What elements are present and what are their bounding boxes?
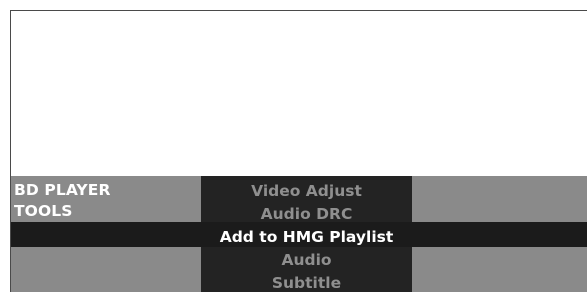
panel-title: BD PLAYER TOOLS: [14, 180, 110, 222]
video-screen: BD PLAYER TOOLS Video Adjust Audio DRC A…: [10, 10, 587, 292]
menu-item-video-adjust[interactable]: Video Adjust: [201, 180, 412, 203]
panel-title-line-2: TOOLS: [14, 202, 73, 220]
menu-item-audio[interactable]: Audio: [201, 249, 412, 272]
panel-title-line-1: BD PLAYER: [14, 181, 111, 199]
menu-item-audio-drc[interactable]: Audio DRC: [201, 203, 412, 226]
tools-menu-panel: BD PLAYER TOOLS Video Adjust Audio DRC A…: [11, 176, 587, 292]
menu-item-add-to-hmg-playlist[interactable]: Add to HMG Playlist: [201, 226, 412, 249]
tools-menu-list: Video Adjust Audio DRC Add to HMG Playli…: [201, 180, 412, 292]
menu-item-subtitle[interactable]: Subtitle: [201, 272, 412, 292]
